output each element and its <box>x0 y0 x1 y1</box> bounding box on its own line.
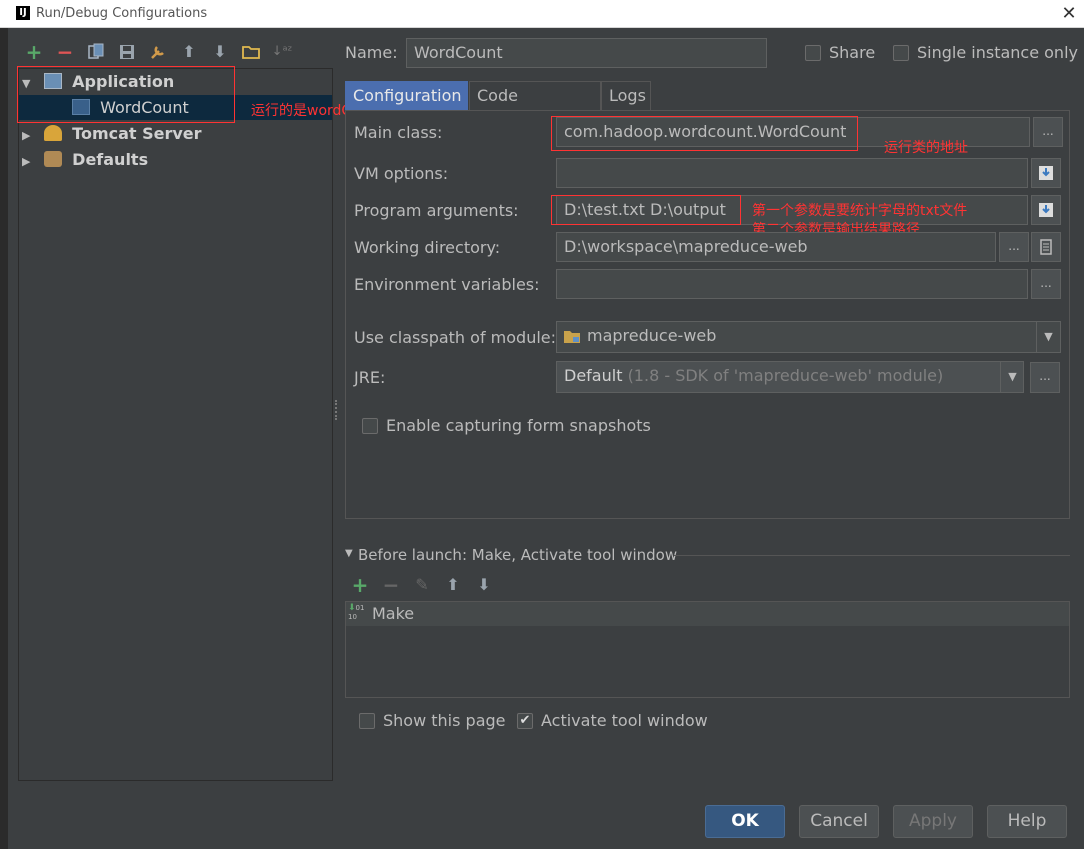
tree-item-tomcat[interactable]: ▶ Tomcat Server <box>22 122 202 146</box>
collapsed-arrow-icon[interactable]: ▶ <box>22 124 38 148</box>
working-directory-input[interactable]: D:\workspace\mapreduce-web <box>556 232 996 262</box>
intellij-icon: IJ <box>16 6 30 20</box>
remove-icon[interactable]: − <box>54 40 76 64</box>
jre-detail: (1.8 - SDK of 'mapreduce-web' module) <box>627 366 944 385</box>
make-label: Make <box>372 604 415 623</box>
annotation-box-arguments <box>551 195 741 225</box>
classpath-value: mapreduce-web <box>587 326 717 345</box>
tomcat-icon <box>43 125 62 141</box>
environment-variables-label: Environment variables: <box>354 275 540 294</box>
collapse-triangle-icon[interactable]: ▼ <box>345 548 353 559</box>
classpath-select[interactable]: mapreduce-web <box>556 321 1061 353</box>
share-label: Share <box>829 43 876 62</box>
macro-icon[interactable] <box>1031 232 1061 262</box>
show-page-label: Show this page <box>383 711 506 730</box>
move-down-icon[interactable]: ⬇ <box>473 573 495 597</box>
move-down-icon[interactable]: ⬇ <box>209 40 231 64</box>
sort-icon[interactable]: ↓ᵃᶻ <box>271 40 293 64</box>
make-icon: ⬇01 10 <box>348 603 365 622</box>
wrench-icon <box>43 151 62 167</box>
snapshots-checkbox[interactable] <box>362 418 378 434</box>
edit-environment-variables-button[interactable]: ... <box>1031 269 1061 299</box>
remove-icon[interactable]: − <box>380 573 402 597</box>
annotation-box-application <box>17 66 235 123</box>
environment-variables-input[interactable] <box>556 269 1028 299</box>
tree-item-label: Defaults <box>72 150 149 169</box>
module-folder-icon <box>563 329 581 344</box>
browse-main-class-button[interactable]: ... <box>1033 117 1063 147</box>
background-window-strip <box>0 28 8 849</box>
tree-item-defaults[interactable]: ▶ Defaults <box>22 148 148 172</box>
browse-jre-button[interactable]: ... <box>1030 362 1060 393</box>
collapsed-arrow-icon[interactable]: ▶ <box>22 150 38 174</box>
add-icon[interactable]: + <box>23 40 45 64</box>
configuration-tree <box>18 68 333 781</box>
expand-program-arguments-button[interactable] <box>1031 195 1061 225</box>
name-label: Name: <box>345 43 398 62</box>
working-directory-label: Working directory: <box>354 238 501 257</box>
browse-working-directory-button[interactable]: ... <box>999 232 1029 262</box>
apply-button[interactable]: Apply <box>893 805 973 838</box>
move-up-icon[interactable]: ⬆ <box>442 573 464 597</box>
annotation-box-main-class <box>551 116 858 151</box>
tab-configuration[interactable]: Configuration <box>345 81 468 110</box>
help-button[interactable]: Help <box>987 805 1067 838</box>
add-icon[interactable]: + <box>349 573 371 597</box>
copy-icon[interactable] <box>85 40 107 64</box>
name-input[interactable]: WordCount <box>406 38 767 68</box>
annotation-args-line1: 第一个参数是要统计字母的txt文件 <box>752 203 968 219</box>
vm-options-label: VM options: <box>354 164 449 183</box>
jre-label: JRE: <box>354 368 386 387</box>
share-checkbox[interactable] <box>805 45 821 61</box>
tab-logs[interactable]: Logs <box>601 81 651 110</box>
window-title: Run/Debug Configurations <box>36 6 208 21</box>
move-up-icon[interactable]: ⬆ <box>178 40 200 64</box>
show-page-checkbox[interactable] <box>359 713 375 729</box>
title-bar: IJ Run/Debug Configurations ✕ <box>0 0 1084 28</box>
single-instance-label: Single instance only <box>917 43 1078 62</box>
single-instance-checkbox[interactable] <box>893 45 909 61</box>
separator <box>674 555 1070 556</box>
folder-icon[interactable] <box>240 40 262 64</box>
activate-tool-window-label: Activate tool window <box>541 711 708 730</box>
jre-select[interactable]: Default (1.8 - SDK of 'mapreduce-web' mo… <box>556 361 1024 393</box>
annotation-main-class: 运行类的地址 <box>884 140 968 156</box>
tab-code-coverage[interactable]: Code Coverage <box>469 81 601 133</box>
expand-vm-options-button[interactable] <box>1031 158 1061 188</box>
list-item[interactable]: ⬇01 10 Make <box>346 602 1069 626</box>
activate-tool-window-checkbox[interactable]: ✔ <box>517 713 533 729</box>
wrench-icon[interactable] <box>147 40 169 64</box>
classpath-label: Use classpath of module: <box>354 328 557 347</box>
edit-icon[interactable]: ✎ <box>411 573 433 597</box>
before-launch-title: Before launch: Make, Activate tool windo… <box>358 546 678 564</box>
save-icon[interactable] <box>116 40 138 64</box>
program-arguments-label: Program arguments: <box>354 201 519 220</box>
splitter-handle[interactable] <box>335 400 339 420</box>
main-class-label: Main class: <box>354 123 443 142</box>
jre-value: Default <box>564 366 623 385</box>
tree-item-label: Tomcat Server <box>72 124 202 143</box>
vm-options-input[interactable] <box>556 158 1028 188</box>
cancel-button[interactable]: Cancel <box>799 805 879 838</box>
chevron-down-icon[interactable]: ▼ <box>1036 322 1060 352</box>
ok-button[interactable]: OK <box>705 805 785 838</box>
chevron-down-icon[interactable]: ▼ <box>1000 362 1024 392</box>
close-icon[interactable]: ✕ <box>1059 3 1079 24</box>
snapshots-label: Enable capturing form snapshots <box>386 416 651 435</box>
